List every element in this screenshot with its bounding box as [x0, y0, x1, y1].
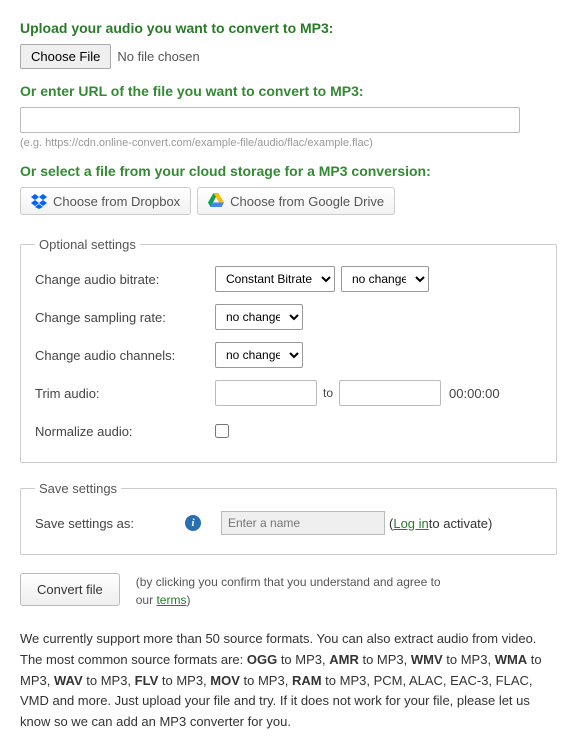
upload-heading: Upload your audio you want to convert to…	[20, 20, 557, 36]
trim-duration: 00:00:00	[449, 386, 500, 401]
login-link[interactable]: Log in	[393, 516, 428, 531]
sampling-select[interactable]: no change	[215, 304, 303, 330]
file-status: No file chosen	[117, 49, 199, 64]
cloud-heading: Or select a file from your cloud storage…	[20, 163, 557, 179]
save-settings: Save settings Save settings as: i (Log i…	[20, 481, 557, 555]
gdrive-icon	[208, 193, 224, 209]
save-label: Save settings as:	[35, 516, 185, 531]
gdrive-button[interactable]: Choose from Google Drive	[197, 187, 395, 215]
supported-formats: We currently support more than 50 source…	[20, 629, 557, 733]
url-input[interactable]	[20, 107, 520, 133]
dropbox-button[interactable]: Choose from Dropbox	[20, 187, 191, 215]
terms-link[interactable]: terms	[156, 593, 186, 607]
normalize-label: Normalize audio:	[35, 424, 215, 439]
optional-legend: Optional settings	[35, 237, 140, 252]
dropbox-label: Choose from Dropbox	[53, 194, 180, 209]
url-example: (e.g. https://cdn.online-convert.com/exa…	[20, 137, 557, 149]
save-legend: Save settings	[35, 481, 121, 496]
save-name-input[interactable]	[221, 511, 385, 535]
trim-label: Trim audio:	[35, 386, 215, 401]
trim-to-input[interactable]	[339, 380, 441, 406]
convert-button[interactable]: Convert file	[20, 573, 120, 606]
optional-settings: Optional settings Change audio bitrate: …	[20, 237, 557, 463]
dropbox-icon	[31, 193, 47, 209]
sampling-label: Change sampling rate:	[35, 310, 215, 325]
channels-label: Change audio channels:	[35, 348, 215, 363]
bitrate-value-select[interactable]: no change	[341, 266, 429, 292]
activate-text: to activate)	[429, 516, 493, 531]
trim-from-input[interactable]	[215, 380, 317, 406]
url-heading: Or enter URL of the file you want to con…	[20, 83, 557, 99]
normalize-checkbox[interactable]	[215, 424, 229, 438]
info-icon: i	[185, 515, 201, 531]
bitrate-label: Change audio bitrate:	[35, 272, 215, 287]
bitrate-type-select[interactable]: Constant Bitrate	[215, 266, 335, 292]
disclaimer: (by clicking you confirm that you unders…	[136, 573, 446, 609]
choose-file-button[interactable]: Choose File	[20, 44, 111, 69]
trim-to-label: to	[323, 386, 333, 400]
channels-select[interactable]: no change	[215, 342, 303, 368]
gdrive-label: Choose from Google Drive	[230, 194, 384, 209]
